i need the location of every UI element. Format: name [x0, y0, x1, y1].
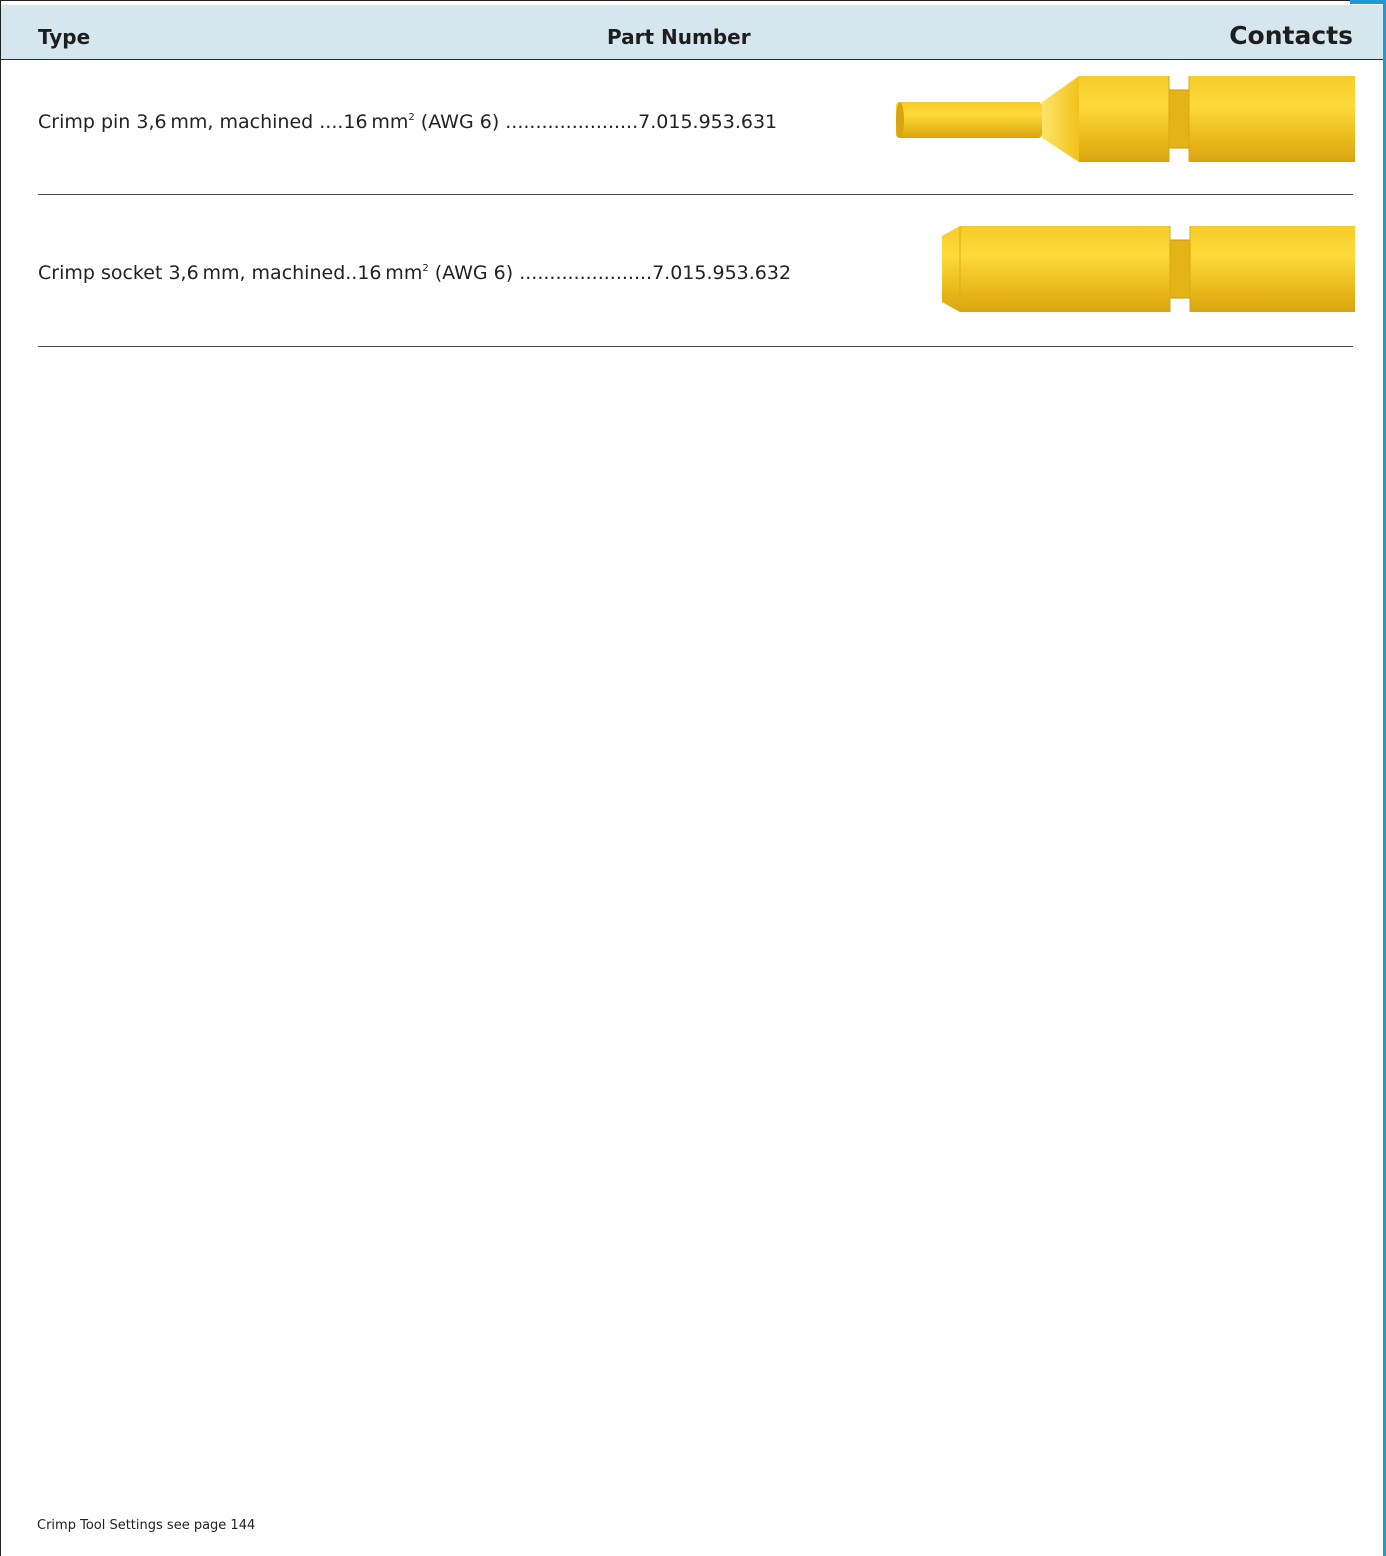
top-accent-bar [1350, 0, 1383, 4]
list-item-crimp-socket: Crimp socket 3,6 mm, machined..16 mm2 (A… [38, 262, 791, 284]
item-part-number: (AWG 6) ......................7.015.953.… [414, 111, 778, 133]
section-title-contacts: Contacts [1229, 21, 1353, 50]
column-header-type: Type [38, 25, 91, 49]
crimp-pin-image [896, 76, 1355, 162]
item-description: Crimp pin 3,6 mm, machined ....16 mm [38, 111, 409, 133]
row-divider [38, 346, 1353, 347]
crimp-socket-image [942, 226, 1355, 312]
item-part-number: (AWG 6) ......................7.015.953.… [428, 262, 792, 284]
item-description: Crimp socket 3,6 mm, machined..16 mm [38, 262, 423, 284]
row-divider [38, 194, 1353, 195]
table-header: Type Part Number Contacts [1, 5, 1383, 60]
footer-note: Crimp Tool Settings see page 144 [37, 1518, 256, 1533]
column-header-part-number: Part Number [607, 25, 751, 49]
list-item-crimp-pin: Crimp pin 3,6 mm, machined ....16 mm2 (A… [38, 111, 777, 133]
